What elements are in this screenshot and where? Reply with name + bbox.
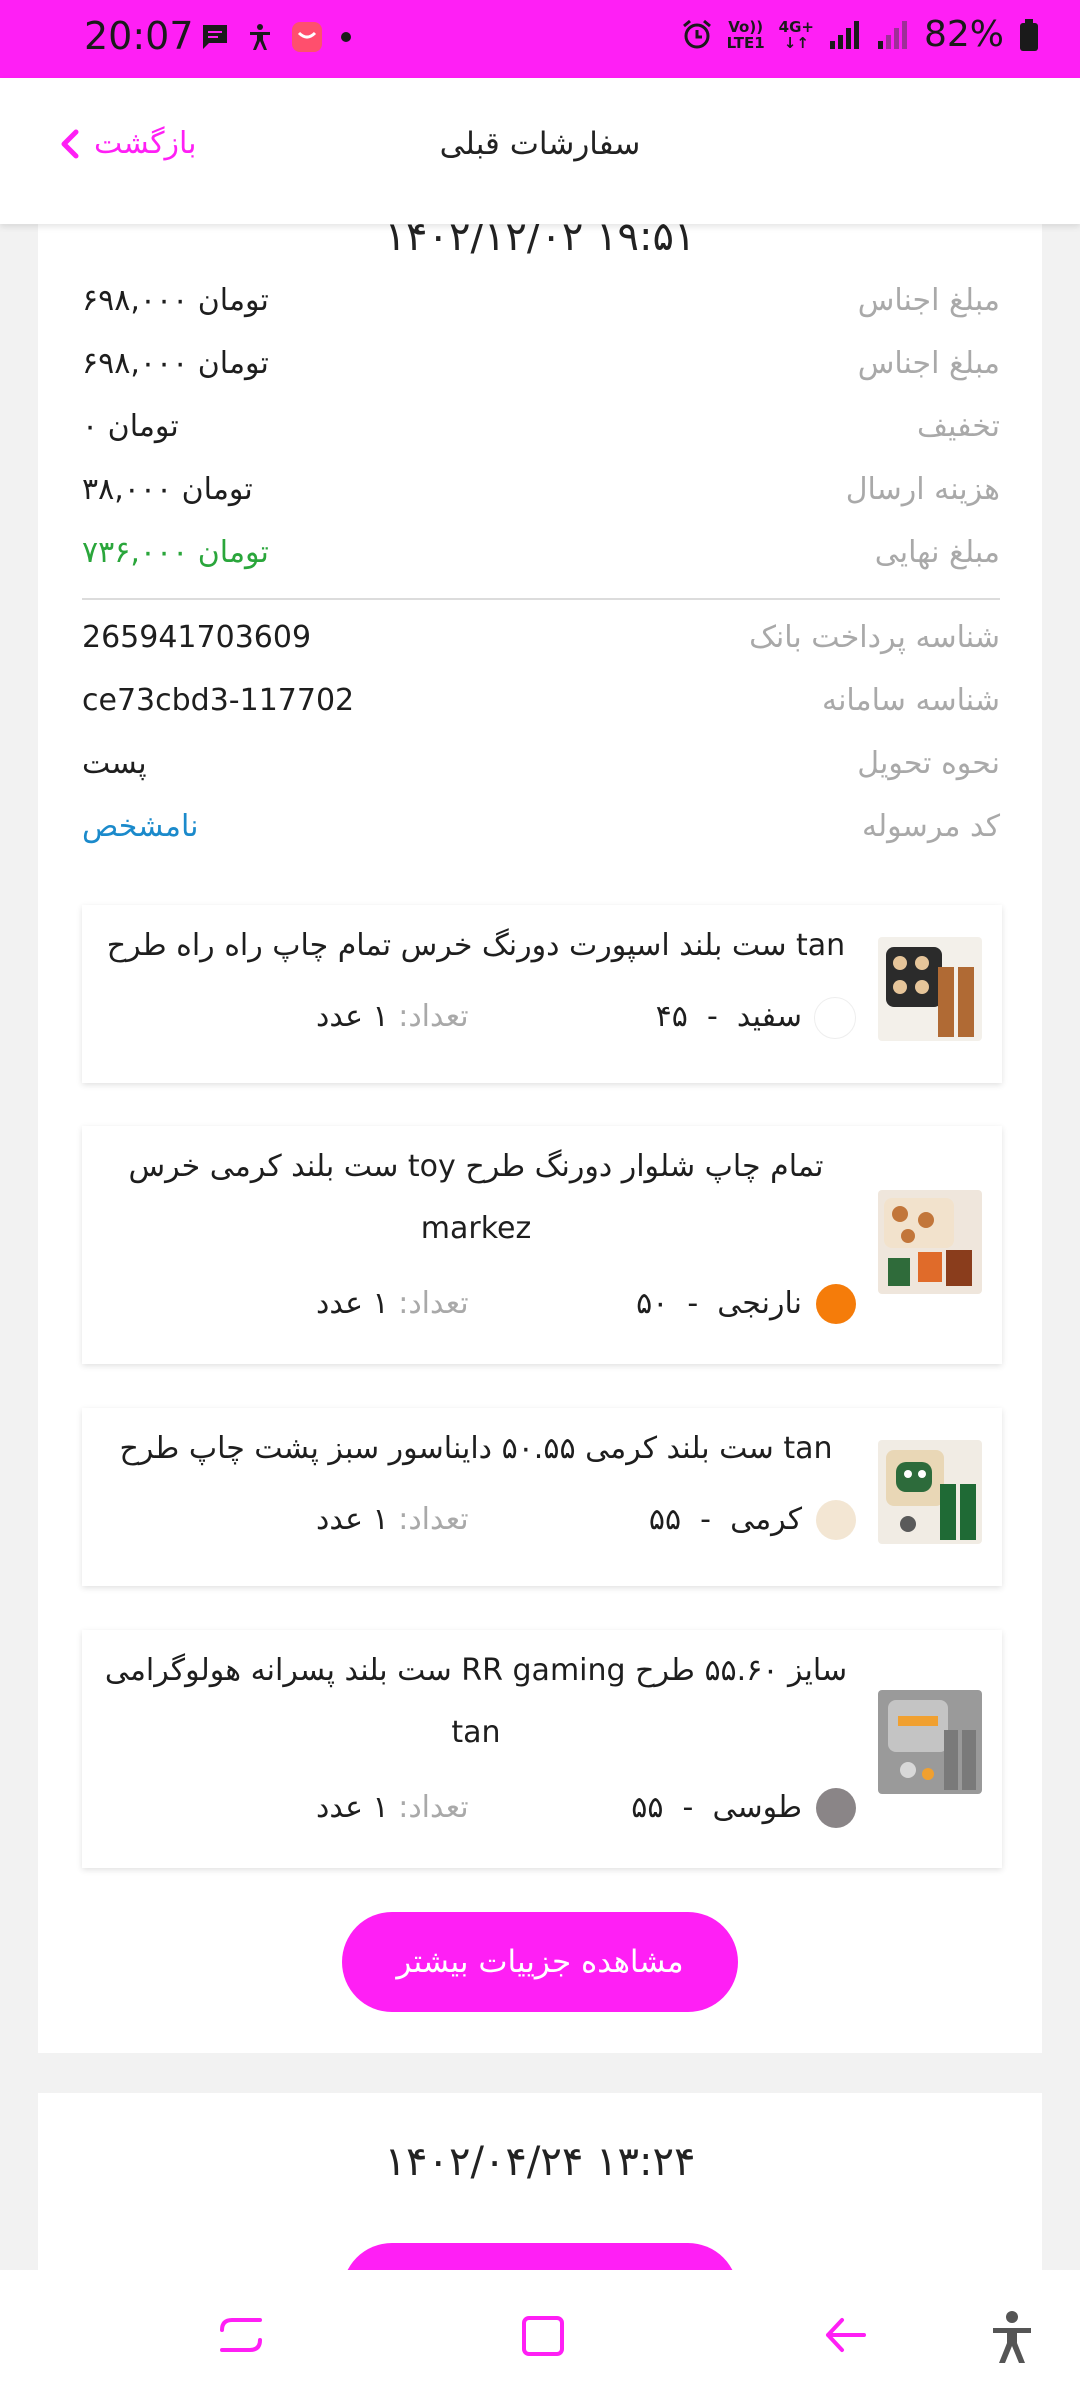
summary-label: مبلغ نهایی [874, 535, 1000, 570]
detail-row: کد مرسوله نامشخص [82, 809, 1000, 857]
item-title: ست بلند کرمی ۵۰.۵۵ دایناسور سبز پشت چاپ … [119, 1431, 833, 1466]
order-card: ۱۴۰۲/۰۴/۲۴ ۱۳:۲۴ [38, 2093, 1042, 2343]
final-amount-row: مبلغ نهایی ۷۳۶,۰۰۰ تومان [82, 535, 1000, 583]
shipping-row: هزینه ارسال ۳۸,۰۰۰ تومان [82, 472, 1000, 520]
message-icon [203, 25, 227, 49]
home-icon[interactable] [520, 2310, 566, 2360]
dot-icon [341, 32, 351, 42]
summary-value: ۶۹۸,۰۰۰ تومان [82, 346, 269, 381]
item-color-name: سفید [736, 999, 802, 1034]
status-bar: 20:07 Vo)) LTE1 4G+ ↓↑ 82% [0, 0, 1080, 78]
battery-percent: 82% [923, 14, 1004, 55]
page-title: سفارشات قبلی [439, 126, 641, 162]
divider [82, 598, 1000, 600]
order-item[interactable]: ست بلند کرمی ۵۰.۵۵ دایناسور سبز پشت چاپ … [82, 1408, 1002, 1586]
network-type-label: 4G+ [778, 17, 814, 36]
summary-row: مبلغ اجناس ۶۹۸,۰۰۰ تومان [82, 283, 1000, 331]
summary-value: ۶۹۸,۰۰۰ تومان [82, 283, 269, 318]
detail-label: شناسه پرداخت بانک [749, 620, 1000, 655]
item-title: ست بلند پسرانه هولوگرامی RR gaming سایز … [104, 1653, 848, 1750]
item-color-name: کرمی [730, 1502, 802, 1537]
back-arrow-icon[interactable] [822, 2310, 868, 2360]
system-id: ce73cbd3-117702 [82, 683, 355, 718]
summary-label: مبلغ اجناس [857, 283, 1000, 318]
quantity-value: ۱ عدد [316, 1790, 389, 1825]
notification-icons [200, 20, 352, 54]
item-color-name: طوسی [712, 1790, 802, 1825]
color-swatch [816, 1500, 856, 1540]
lte-label: LTE1 [726, 33, 765, 52]
detail-label: نحوه تحویل [857, 746, 1000, 781]
order-datetime: ۱۴۰۲/۰۴/۲۴ ۱۳:۲۴ [384, 2139, 696, 2185]
app-header: بازگشت سفارشات قبلی [0, 78, 1080, 224]
summary-value: ۰ تومان [82, 409, 179, 444]
data-arrows-icon: ↓↑ [783, 33, 809, 52]
detail-label: کد مرسوله [861, 809, 1000, 844]
item-quantity: تعداد: ۱ عدد [316, 999, 469, 1034]
item-size: ۵۵ [648, 1502, 682, 1537]
item-quantity: تعداد: ۱ عدد [316, 1286, 469, 1321]
summary-value: ۳۸,۰۰۰ تومان [82, 472, 253, 507]
tracking-code-link[interactable]: نامشخص [82, 809, 198, 844]
status-time: 20:07 [84, 14, 194, 58]
detail-row: شناسه سامانه ce73cbd3-117702 [82, 683, 1000, 731]
detail-row: شناسه پرداخت بانک 265941703609 [82, 620, 1000, 668]
product-image [878, 937, 982, 1041]
detail-label: شناسه سامانه [821, 683, 1000, 718]
view-more-details-button[interactable]: مشاهده جزییات بیشتر [342, 1912, 738, 2012]
detail-row: نحوه تحویل پست [82, 746, 1000, 794]
bank-payment-id: 265941703609 [82, 620, 312, 655]
quantity-label: تعداد: [398, 1502, 469, 1537]
signal-weak-icon [877, 20, 907, 49]
summary-label: تخفیف [917, 409, 1000, 444]
summary-label: هزینه ارسال [845, 472, 1000, 507]
quantity-value: ۱ عدد [316, 999, 389, 1034]
item-title: ست بلند اسپورت دورنگ خرس تمام چاپ راه را… [106, 928, 846, 963]
final-amount-value: ۷۳۶,۰۰۰ تومان [82, 535, 269, 570]
item-variant: نارنجی - ۵۰ [636, 1286, 802, 1321]
system-nav-bar [0, 2270, 1080, 2400]
app-notification-icon [292, 22, 322, 52]
product-image [878, 1190, 982, 1294]
delivery-method: پست [82, 746, 147, 781]
quantity-label: تعداد: [398, 1790, 469, 1825]
summary-label: مبلغ اجناس [857, 346, 1000, 381]
system-icons: Vo)) LTE1 4G+ ↓↑ 82% [681, 14, 1040, 55]
accessibility-shortcut-icon[interactable] [990, 2310, 1034, 2364]
item-quantity: تعداد: ۱ عدد [316, 1790, 469, 1825]
color-swatch [816, 1788, 856, 1828]
color-swatch [816, 1284, 856, 1324]
product-image [878, 1690, 982, 1794]
item-variant: سفید - ۴۵ [655, 999, 802, 1034]
order-card: ۱۴۰۲/۱۲/۰۲ ۱۹:۵۱ مبلغ اجناس ۶۹۸,۰۰۰ توما… [38, 150, 1042, 2053]
battery-icon [1020, 18, 1038, 51]
item-size: ۵۰ [636, 1286, 669, 1321]
item-size: ۵۵ [631, 1790, 664, 1825]
discount-row: تخفیف ۰ تومان [82, 409, 1000, 457]
volte-label: Vo)) [728, 17, 764, 36]
signal-icon [829, 20, 859, 49]
volte-indicator: Vo)) LTE1 [727, 19, 765, 51]
quantity-label: تعداد: [398, 999, 469, 1034]
quantity-value: ۱ عدد [316, 1502, 389, 1537]
quantity-label: تعداد: [398, 1286, 469, 1321]
product-image [878, 1440, 982, 1544]
item-variant: طوسی - ۵۵ [631, 1790, 802, 1825]
quantity-value: ۱ عدد [316, 1286, 389, 1321]
item-title: ست بلند کرمی خرس toy تمام چاپ شلوار دورن… [128, 1149, 824, 1246]
summary-row: مبلغ اجناس ۶۹۸,۰۰۰ تومان [82, 346, 1000, 394]
color-swatch [814, 997, 856, 1039]
item-size: ۴۵ [655, 999, 688, 1034]
accessibility-icon [250, 24, 270, 50]
alarm-icon [682, 19, 711, 48]
network-type-indicator: 4G+ ↓↑ [779, 19, 814, 51]
item-quantity: تعداد: ۱ عدد [316, 1502, 469, 1537]
order-item[interactable]: ست بلند اسپورت دورنگ خرس تمام چاپ راه را… [82, 905, 1002, 1083]
recent-apps-icon[interactable] [218, 2310, 264, 2360]
order-item[interactable]: ست بلند کرمی خرس toy تمام چاپ شلوار دورن… [82, 1126, 1002, 1364]
item-color-name: نارنجی [717, 1286, 802, 1321]
item-variant: کرمی - ۵۵ [648, 1502, 802, 1537]
order-item[interactable]: ست بلند پسرانه هولوگرامی RR gaming سایز … [82, 1630, 1002, 1868]
